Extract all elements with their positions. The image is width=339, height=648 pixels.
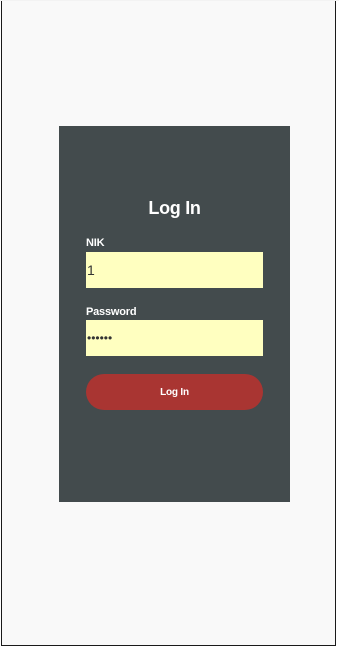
- login-card: Log In NIK Password Log In: [59, 126, 290, 502]
- password-label: Password: [86, 306, 137, 318]
- password-input[interactable]: [86, 320, 263, 356]
- login-button[interactable]: Log In: [86, 374, 263, 410]
- nik-input[interactable]: [86, 252, 263, 288]
- nik-label: NIK: [86, 237, 105, 249]
- login-title: Log In: [148, 198, 201, 218]
